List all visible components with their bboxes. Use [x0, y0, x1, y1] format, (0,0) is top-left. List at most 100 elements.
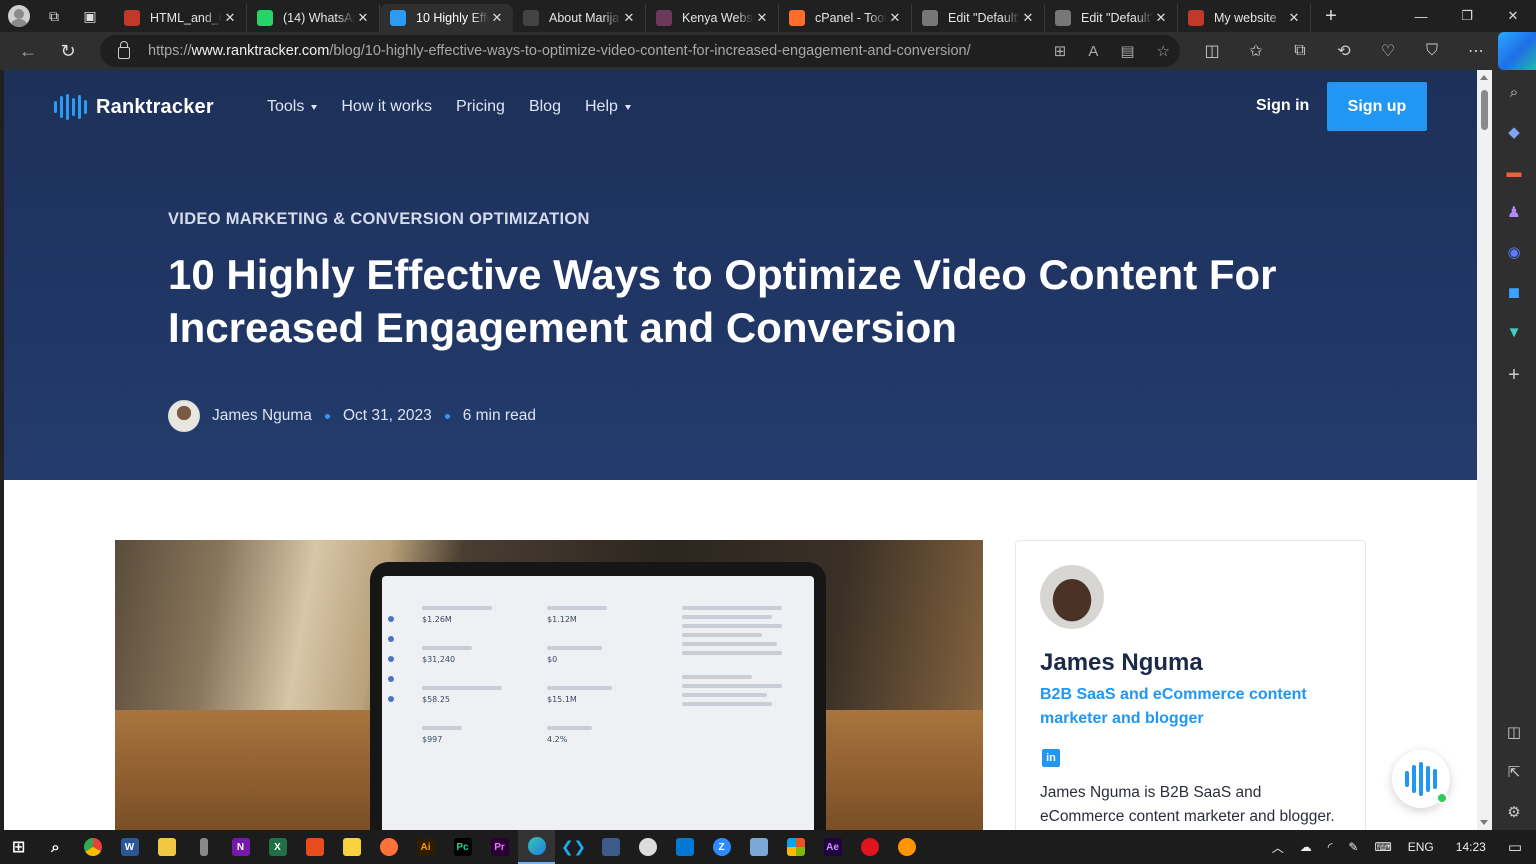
add-sidebar-app-icon[interactable]: +	[1504, 364, 1524, 386]
language-indicator[interactable]: ENG	[1400, 840, 1442, 854]
close-tab-icon[interactable]: ✕	[887, 10, 903, 26]
after-effects-icon[interactable]: Ae	[814, 830, 851, 864]
pycharm-icon[interactable]: Pc	[444, 830, 481, 864]
browser-tab[interactable]: 10 Highly Effective Ways✕	[380, 4, 513, 32]
browser-essentials-icon[interactable]: ⛉	[1410, 32, 1454, 70]
illustrator-icon[interactable]: Ai	[407, 830, 444, 864]
visual-studio-icon[interactable]	[592, 830, 629, 864]
read-aloud-icon[interactable]: A	[1088, 43, 1098, 60]
immersive-reader-icon[interactable]: ▤	[1120, 42, 1134, 60]
workspaces-icon[interactable]: ⧉	[36, 0, 72, 32]
favorites-icon[interactable]: ✩	[1234, 32, 1278, 70]
onenote-icon[interactable]: N	[222, 830, 259, 864]
media-player-icon[interactable]	[629, 830, 666, 864]
author-card-name[interactable]: James Nguma	[1040, 649, 1203, 677]
onedrive-cloud-icon[interactable]: ☁	[1292, 840, 1320, 854]
tools-briefcase-icon[interactable]: ▬	[1504, 162, 1524, 182]
favorite-star-icon[interactable]: ☆	[1157, 42, 1170, 60]
author-card-avatar[interactable]	[1040, 565, 1104, 629]
profile-avatar-icon[interactable]	[8, 5, 30, 27]
sign-in-link[interactable]: Sign in	[1256, 97, 1309, 115]
minimize-icon[interactable]: —	[1398, 0, 1444, 32]
browser-tab[interactable]: (14) WhatsApp✕	[247, 4, 380, 32]
copilot-sidebar-icon[interactable]: ◉	[1504, 242, 1524, 262]
zoom-icon[interactable]: Z	[703, 830, 740, 864]
clock[interactable]: 14:23	[1442, 840, 1500, 854]
browser-tab[interactable]: Edit "Default" ✕	[1045, 4, 1178, 32]
ranktracker-logo[interactable]: Ranktracker	[54, 94, 214, 120]
browser-tab[interactable]: Kenya Website✕	[646, 4, 779, 32]
linkedin-icon[interactable]: in	[1042, 749, 1060, 767]
scroll-up-arrow-icon[interactable]	[1480, 75, 1488, 80]
word-icon[interactable]: W	[111, 830, 148, 864]
hide-sidebar-icon[interactable]: ◫	[1504, 722, 1524, 742]
close-tab-icon[interactable]: ✕	[355, 10, 371, 26]
excel-icon[interactable]: X	[259, 830, 296, 864]
drop-icon[interactable]: ▼	[1504, 322, 1524, 342]
chat-widget-button[interactable]	[1392, 750, 1450, 808]
url-text[interactable]: https://www.ranktracker.com/blog/10-high…	[148, 43, 971, 59]
firefox-alt-icon[interactable]	[888, 830, 925, 864]
browser-tab[interactable]: HTML_and_CSS✕	[114, 4, 247, 32]
sticky-notes-icon[interactable]	[333, 830, 370, 864]
copilot-icon[interactable]	[1498, 32, 1536, 70]
taskbar-search-icon[interactable]: ⌕	[37, 830, 74, 864]
nav-item-blog[interactable]: Blog	[529, 98, 561, 116]
more-options-icon[interactable]: ⋯	[1454, 32, 1498, 70]
lock-icon[interactable]	[118, 40, 130, 59]
browser-tab[interactable]: cPanel - Tools ✕	[779, 4, 912, 32]
pen-icon[interactable]: ✎	[1340, 840, 1366, 854]
nav-item-tools[interactable]: Tools	[267, 98, 318, 116]
chrome-icon[interactable]	[74, 830, 111, 864]
vscode-icon[interactable]: ❮❯	[555, 830, 592, 864]
scroll-thumb[interactable]	[1481, 90, 1488, 130]
premiere-icon[interactable]: Pr	[481, 830, 518, 864]
shopping-tag-icon[interactable]: ◆	[1504, 122, 1524, 142]
sidebar-settings-gear-icon[interactable]: ⚙	[1504, 802, 1524, 822]
outlook-icon[interactable]: ◼	[1504, 282, 1524, 302]
page-scrollbar[interactable]	[1477, 70, 1492, 830]
windows-start-icon[interactable]: ⊞	[0, 830, 37, 864]
microsoft-apps-icon[interactable]	[777, 830, 814, 864]
scroll-down-arrow-icon[interactable]	[1480, 820, 1488, 825]
browser-tab[interactable]: About Marija ✕	[513, 4, 646, 32]
show-hidden-icons-icon[interactable]: ︿	[1264, 839, 1292, 856]
close-window-icon[interactable]: ✕	[1490, 0, 1536, 32]
nav-item-pricing[interactable]: Pricing	[456, 98, 505, 116]
article-category[interactable]: VIDEO MARKETING & CONVERSION OPTIMIZATIO…	[168, 210, 590, 229]
wifi-icon[interactable]: ◜	[1320, 840, 1341, 854]
opera-icon[interactable]	[851, 830, 888, 864]
tab-actions-icon[interactable]: ▣	[72, 0, 108, 32]
app-available-icon[interactable]: ⊞	[1054, 42, 1067, 60]
new-tab-button[interactable]: +	[1315, 2, 1347, 30]
notifications-icon[interactable]: ▭	[1500, 838, 1536, 856]
author-name[interactable]: James Nguma	[212, 407, 312, 425]
refresh-icon[interactable]: ↻	[48, 35, 88, 67]
history-icon[interactable]: ⟲	[1322, 32, 1366, 70]
back-arrow-icon[interactable]: ←	[8, 35, 48, 67]
network-drive-icon[interactable]	[740, 830, 777, 864]
store-icon[interactable]	[666, 830, 703, 864]
performance-icon[interactable]: ♡	[1366, 32, 1410, 70]
restore-icon[interactable]: ❐	[1444, 0, 1490, 32]
browser-tab[interactable]: Edit "Default" ✕	[912, 4, 1045, 32]
firefox-icon[interactable]	[370, 830, 407, 864]
close-tab-icon[interactable]: ✕	[621, 10, 637, 26]
close-tab-icon[interactable]: ✕	[1286, 10, 1302, 26]
games-icon[interactable]: ♟	[1504, 202, 1524, 222]
author-avatar[interactable]	[168, 400, 200, 432]
close-tab-icon[interactable]: ✕	[222, 10, 238, 26]
address-bar[interactable]: https://www.ranktracker.com/blog/10-high…	[100, 35, 1180, 67]
nav-item-how-it-works[interactable]: How it works	[341, 98, 432, 116]
usb-icon[interactable]	[185, 830, 222, 864]
keyboard-icon[interactable]: ⌨	[1366, 840, 1399, 854]
file-explorer-icon[interactable]	[148, 830, 185, 864]
close-tab-icon[interactable]: ✕	[1020, 10, 1036, 26]
close-tab-icon[interactable]: ✕	[754, 10, 770, 26]
nav-item-help[interactable]: Help	[585, 98, 631, 116]
collections-icon[interactable]: ⧉	[1278, 32, 1322, 70]
office-icon[interactable]	[296, 830, 333, 864]
open-external-icon[interactable]: ⇱	[1504, 762, 1524, 782]
edge-icon[interactable]	[518, 830, 555, 864]
sign-up-button[interactable]: Sign up	[1327, 82, 1427, 131]
